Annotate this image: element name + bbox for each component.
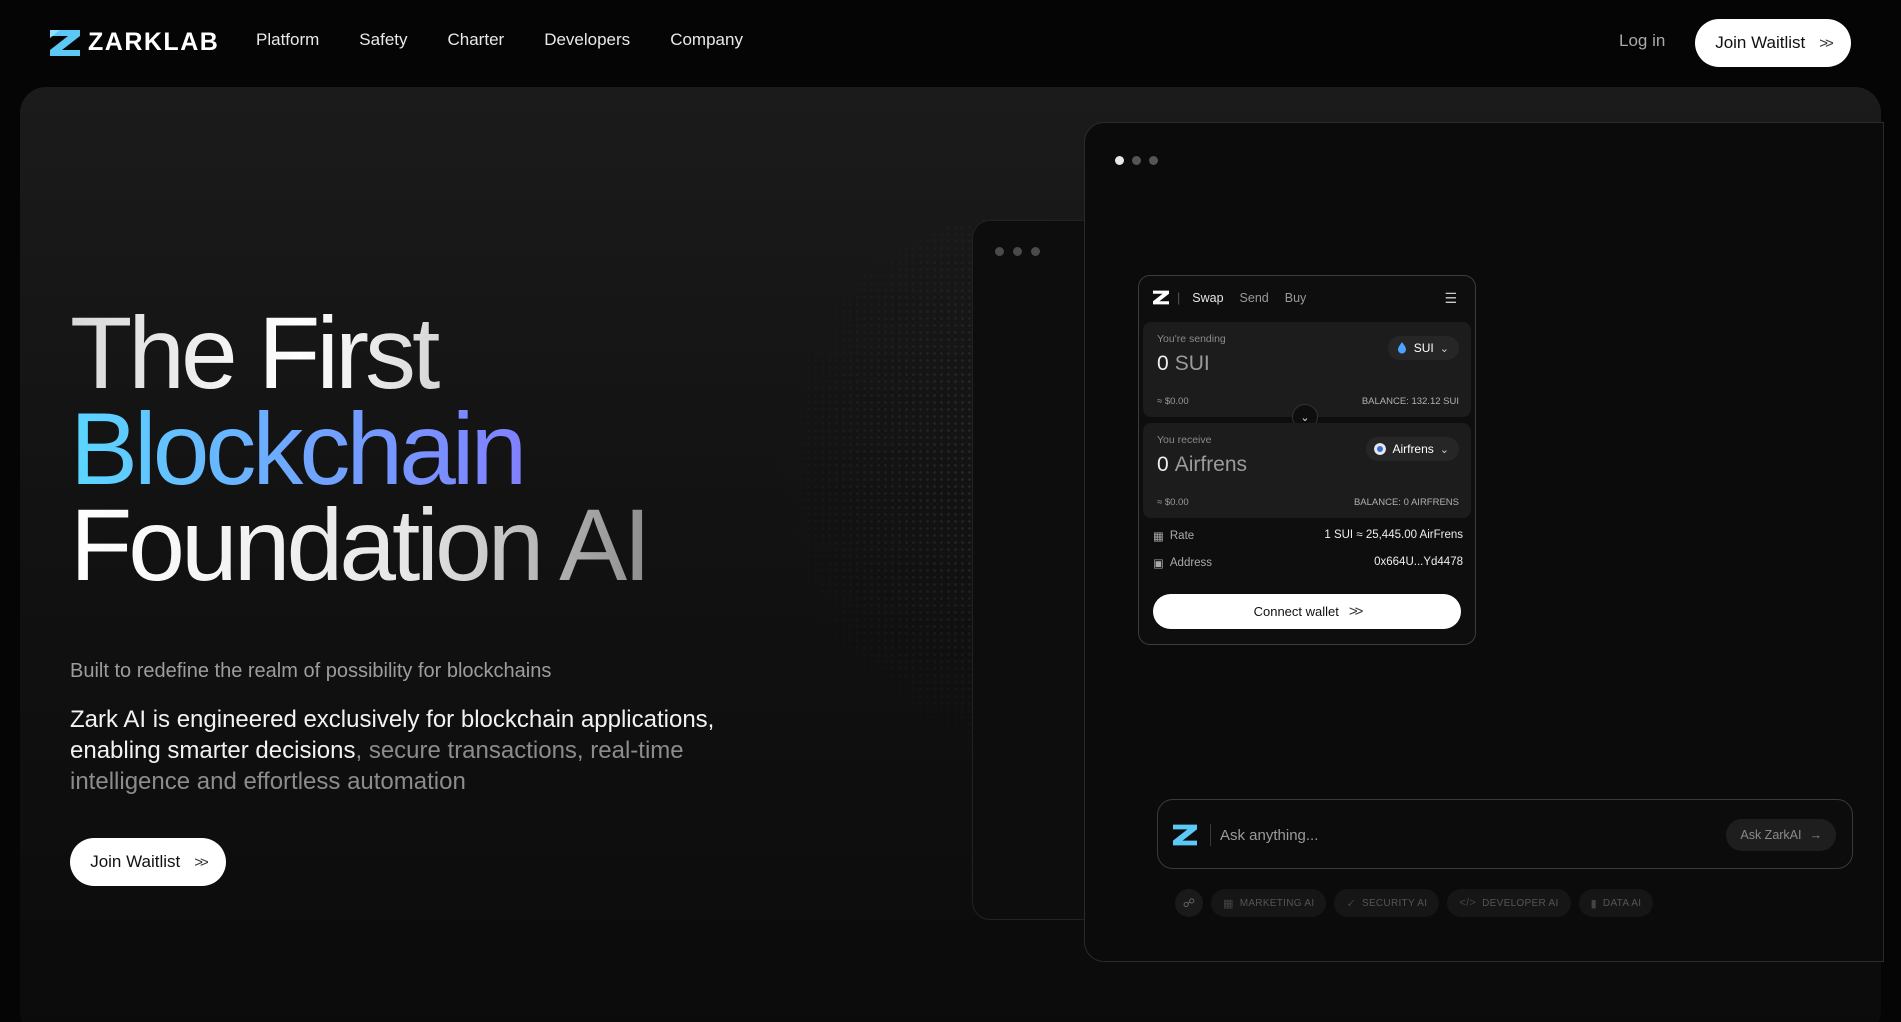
nav-link-developers[interactable]: Developers <box>544 30 630 50</box>
link-icon[interactable]: ☍ <box>1175 889 1203 917</box>
headline-line-1: The First <box>70 302 647 404</box>
ask-zarkai-button[interactable]: Ask ZarkAI → <box>1726 819 1836 851</box>
ask-input[interactable] <box>1220 822 1620 848</box>
login-link[interactable]: Log in <box>1619 31 1665 51</box>
headline-line-2: Blockchain <box>70 398 647 500</box>
ask-bar: Ask ZarkAI → <box>1157 799 1853 869</box>
ask-zarkai-label: Ask ZarkAI <box>1740 828 1802 842</box>
window-controls <box>995 247 1040 256</box>
sending-token-select[interactable]: SUI ⌄ <box>1387 336 1459 360</box>
receive-unit: Airfrens <box>1174 453 1248 476</box>
chip-data-ai[interactable]: ▮ DATA AI <box>1578 889 1654 917</box>
menu-icon[interactable]: ☰ <box>1444 290 1457 307</box>
brand-logo[interactable]: ZARKLAB <box>50 28 219 57</box>
bar-chart-icon: ▮ <box>1590 897 1597 910</box>
divider: | <box>1177 290 1181 305</box>
receive-amount-field[interactable]: 0 Airfrens <box>1157 453 1247 477</box>
double-chevron-right-icon: >> <box>194 853 208 871</box>
chip-label: MARKETING AI <box>1239 897 1315 909</box>
nav-link-platform[interactable]: Platform <box>256 30 319 50</box>
chip-label: SECURITY AI <box>1361 897 1428 909</box>
window-controls <box>1115 156 1158 165</box>
chip-label: DEVELOPER AI <box>1482 897 1559 909</box>
hero-headline: The First Blockchain Foundation AI <box>70 302 651 602</box>
document-icon: ▦ <box>1223 897 1234 910</box>
chip-security-ai[interactable]: ✓ SECURITY AI <box>1334 889 1440 917</box>
sending-label: You're sending <box>1157 333 1226 345</box>
address-row: ▣ Address 0x664U...Yd4478 <box>1153 556 1463 570</box>
receive-usd: ≈ $0.00 <box>1157 497 1189 508</box>
receive-balance: BALANCE: 0 AIRFRENS <box>1353 497 1459 508</box>
double-chevron-right-icon: >> <box>1348 603 1363 620</box>
zarklab-logo-icon <box>1153 290 1169 305</box>
receive-token-select[interactable]: Airfrens ⌄ <box>1366 437 1459 461</box>
sui-drop-icon <box>1397 342 1406 354</box>
chevron-down-icon: ⌄ <box>1300 411 1310 424</box>
join-waitlist-label: Join Waitlist <box>1715 33 1806 52</box>
sending-amount: 0 <box>1157 352 1169 375</box>
chip-label: DATA AI <box>1602 897 1642 909</box>
connect-wallet-label: Connect wallet <box>1253 604 1339 619</box>
nav-link-safety[interactable]: Safety <box>359 30 407 50</box>
chevron-down-icon: ⌄ <box>1439 342 1449 355</box>
chip-marketing-ai[interactable]: ▦ MARKETING AI <box>1211 889 1327 917</box>
sending-usd: ≈ $0.00 <box>1157 396 1189 407</box>
chevron-down-icon: ⌄ <box>1439 443 1449 456</box>
hero-join-waitlist-button[interactable]: Join Waitlist >> <box>70 838 226 886</box>
zarklab-logo-icon <box>50 29 80 56</box>
code-icon: </> <box>1459 897 1477 909</box>
arrow-right-icon: → <box>1809 828 1823 842</box>
connect-wallet-button[interactable]: Connect wallet >> <box>1153 594 1461 629</box>
airfrens-token-icon <box>1374 443 1387 455</box>
brand-name: ZARKLAB <box>88 28 220 56</box>
rate-label: Rate <box>1169 530 1195 542</box>
rate-row: ▦ Rate 1 SUI ≈ 25,445.00 AirFrens <box>1153 529 1463 543</box>
tab-send[interactable]: Send <box>1240 291 1269 305</box>
receive-amount: 0 <box>1157 453 1169 476</box>
sending-balance: BALANCE: 132.12 SUI <box>1361 396 1459 407</box>
address-label: Address <box>1169 557 1213 569</box>
rate-icon: ▦ <box>1153 531 1164 543</box>
sending-token-label: SUI <box>1413 341 1434 355</box>
nav-link-charter[interactable]: Charter <box>448 30 505 50</box>
headline-line-3: Foundation AI <box>70 488 651 602</box>
double-chevron-right-icon: >> <box>1819 34 1833 52</box>
ai-category-chips: ☍ ▦ MARKETING AI ✓ SECURITY AI </> DEVELOPE… <box>1175 889 1654 917</box>
background-app-window <box>972 220 1102 920</box>
sending-unit: SUI <box>1174 352 1210 375</box>
tab-buy[interactable]: Buy <box>1285 291 1307 305</box>
top-nav: ZARKLAB Platform Safety Charter Develope… <box>0 0 1901 86</box>
divider <box>1210 824 1211 846</box>
swap-header: | Swap Send Buy ☰ <box>1153 290 1463 307</box>
hero-subtitle: Built to redefine the realm of possibili… <box>70 660 552 682</box>
shield-check-icon: ✓ <box>1346 897 1356 910</box>
tab-swap[interactable]: Swap <box>1192 291 1223 305</box>
wallet-icon: ▣ <box>1153 558 1164 570</box>
join-waitlist-button[interactable]: Join Waitlist >> <box>1695 19 1851 67</box>
nav-link-company[interactable]: Company <box>670 30 743 50</box>
receive-panel: You receive 0 Airfrens ≈ $0.00 BALANCE: 0… <box>1143 423 1471 518</box>
receive-label: You receive <box>1157 434 1212 446</box>
nav-links: Platform Safety Charter Developers Compa… <box>256 30 743 50</box>
sending-panel: You're sending 0 SUI ≈ $0.00 BALANCE: 132… <box>1143 322 1471 417</box>
hero-join-label: Join Waitlist <box>90 852 181 871</box>
zarklab-logo-icon <box>1173 824 1197 846</box>
hero-description: Zark AI is engineered exclusively for bl… <box>70 704 790 797</box>
swap-widget: | Swap Send Buy ☰ You're sending 0 SUI ≈ … <box>1138 275 1476 645</box>
address-value: 0x664U...Yd4478 <box>1374 556 1463 568</box>
sending-amount-field[interactable]: 0 SUI <box>1157 352 1210 376</box>
rate-value: 1 SUI ≈ 25,445.00 AirFrens <box>1324 529 1463 541</box>
chip-developer-ai[interactable]: </> DEVELOPER AI <box>1447 889 1571 917</box>
receive-token-label: Airfrens <box>1392 442 1434 456</box>
